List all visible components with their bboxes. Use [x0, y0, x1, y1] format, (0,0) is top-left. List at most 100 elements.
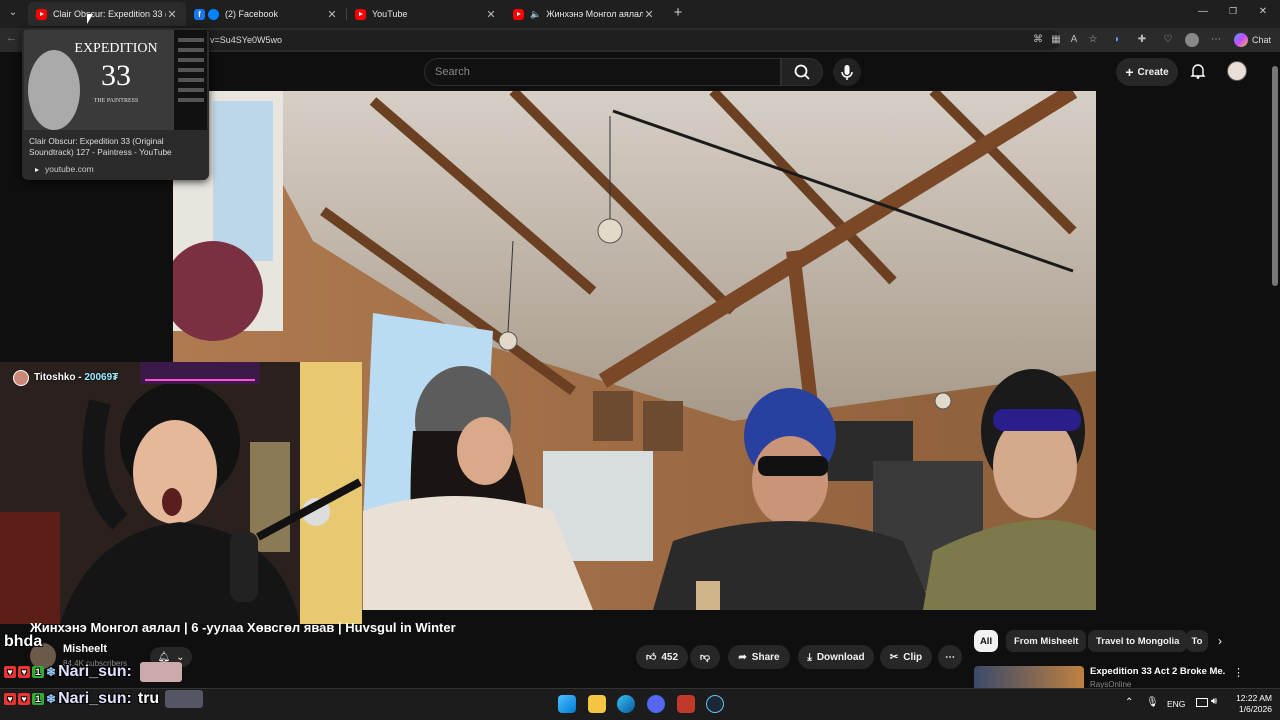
chat-label[interactable]: Chat: [1252, 35, 1271, 45]
tab-title: YouTube: [372, 9, 408, 19]
back-arrow-icon[interactable]: ←: [6, 32, 20, 46]
system-clock[interactable]: 12:22 AM 1/6/2026: [1224, 693, 1272, 715]
recommended-channel: RaysOnline: [1090, 680, 1132, 688]
more-horizontal-icon: ⋯: [945, 651, 955, 663]
address-bar[interactable]: v=Su4SYe0W5wo: [180, 30, 1060, 50]
speaker-icon[interactable]: 🔈: [530, 9, 541, 20]
snowflake-icon: ❄: [46, 665, 57, 679]
chat-text: tru: [137, 690, 160, 707]
edge-browser-icon[interactable]: [617, 695, 635, 713]
tab-mongol-trip[interactable]: 🔈 Жинхэнэ Монгол аялал | 6 -у ✕: [505, 2, 663, 26]
chevron-right-icon[interactable]: ›: [1218, 634, 1222, 648]
mouse-cursor-icon: [87, 14, 93, 24]
search-input[interactable]: Search: [424, 58, 781, 86]
recommended-more-icon[interactable]: ⋮: [1233, 666, 1244, 679]
dislike-button[interactable]: 👎︎: [690, 645, 720, 669]
apps-icon[interactable]: ▦: [1049, 33, 1063, 47]
share-label: Share: [751, 651, 780, 663]
create-label: Create: [1137, 66, 1169, 78]
read-aloud-icon[interactable]: A: [1067, 33, 1081, 47]
notifications-bell-icon[interactable]: [1189, 62, 1207, 85]
heart-badge-icon: ♥: [4, 666, 16, 678]
scrollbar-thumb[interactable]: [1272, 66, 1278, 286]
steam-icon[interactable]: [706, 695, 724, 713]
discord-icon[interactable]: [647, 695, 665, 713]
recommended-title[interactable]: Expedition 33 Act 2 Broke Me.: [1090, 666, 1225, 677]
favorite-star-icon[interactable]: ☆: [1086, 33, 1100, 47]
new-tab-button[interactable]: +: [670, 5, 686, 21]
share-button[interactable]: ➦ Share: [728, 645, 790, 669]
file-explorer-icon[interactable]: [588, 695, 606, 713]
chat-user: Nari_sun:: [58, 690, 132, 707]
microphone-tray-icon[interactable]: 🎙︎: [1146, 697, 1159, 708]
extension-icon[interactable]: ◗: [1110, 33, 1124, 47]
tab-clair-obscur[interactable]: Clair Obscur: Expedition 33 (Origin ✕: [28, 2, 186, 26]
browser-tab-strip: ⌄ Clair Obscur: Expedition 33 (Origin ✕ …: [0, 0, 1280, 28]
game-launcher-icon[interactable]: [677, 695, 695, 713]
share-icon: ➦: [738, 651, 747, 663]
close-window-button[interactable]: ✕: [1256, 6, 1270, 20]
thumbs-down-icon: 👎︎: [699, 652, 711, 663]
display-tray-icon[interactable]: [1196, 698, 1208, 707]
translate-icon[interactable]: ⌘: [1031, 33, 1045, 47]
more-menu-icon[interactable]: ⋯: [1209, 33, 1223, 47]
tab-title: Жинхэнэ Монгол аялал | 6 -у: [546, 9, 643, 19]
close-icon[interactable]: ✕: [643, 8, 655, 21]
youtube-favicon-icon: [36, 8, 47, 20]
tab-youtube[interactable]: YouTube ✕: [347, 2, 505, 26]
streamer-points: 20069₮: [84, 372, 119, 383]
voice-search-button[interactable]: [833, 58, 861, 86]
profile-avatar-icon[interactable]: [1185, 33, 1199, 47]
download-label: Download: [816, 651, 865, 663]
microphone-icon: [841, 65, 853, 80]
volume-tray-icon[interactable]: 🔊︎: [1211, 696, 1217, 707]
windows-start-icon[interactable]: [558, 695, 576, 713]
download-button[interactable]: ⤓ Download: [798, 645, 874, 669]
chat-message: ♥ ♥ 1 ❄ Nari_sun:: [4, 662, 182, 682]
video-title: Жинхэнэ Монгол аялал | 6 -уулаа Хөвсгөл …: [30, 620, 456, 635]
clock-date: 1/6/2026: [1238, 704, 1272, 714]
recommended-thumbnail[interactable]: [974, 666, 1084, 688]
chat-message: ♥ ♥ 1 ❄ Nari_sun: tru: [4, 690, 204, 708]
page-scrollbar[interactable]: [1270, 52, 1280, 688]
minimize-button[interactable]: —: [1196, 6, 1210, 20]
cat-emote: [139, 662, 182, 682]
streamer-webcam: [0, 362, 362, 624]
album-word: EXPEDITION: [74, 41, 157, 56]
clip-label: Clip: [903, 651, 923, 663]
tab-list-chevron-icon[interactable]: ⌄: [6, 7, 20, 21]
create-button[interactable]: + Create: [1116, 58, 1178, 86]
streamer-label: Titoshko - 20069₮: [34, 372, 119, 383]
close-icon[interactable]: ✕: [326, 8, 338, 21]
search-button[interactable]: [781, 58, 823, 86]
heart-badge-icon: ♥: [18, 693, 30, 705]
webcam-scene: [0, 362, 362, 624]
restore-button[interactable]: ❐: [1226, 6, 1240, 20]
channel-name[interactable]: Misheelt: [63, 643, 107, 655]
clip-button[interactable]: ✂ Clip: [880, 645, 932, 669]
cat-emote: [165, 690, 204, 708]
show-hidden-icons-chevron-icon[interactable]: ⌃: [1125, 697, 1133, 708]
one-badge-icon: 1: [32, 693, 44, 705]
close-icon[interactable]: ✕: [166, 8, 178, 21]
chip-from-misheelt[interactable]: From Misheelt: [1006, 630, 1087, 652]
chip-travel-to-mongolia[interactable]: Travel to Mongolia: [1088, 630, 1188, 652]
account-avatar[interactable]: [1227, 61, 1247, 81]
close-icon[interactable]: ✕: [485, 8, 497, 21]
preview-domain: youtube.com: [45, 164, 94, 174]
copilot-icon[interactable]: [1234, 33, 1248, 47]
chip-all[interactable]: All: [974, 630, 998, 652]
search-icon: [794, 64, 810, 80]
more-actions-button[interactable]: ⋯: [938, 645, 962, 669]
chip-more[interactable]: To: [1186, 630, 1208, 652]
puzzle-icon[interactable]: ✚: [1135, 33, 1149, 47]
tab-facebook[interactable]: f (2) Facebook ✕: [186, 2, 346, 26]
preview-title: Clair Obscur: Expedition 33 (Original So…: [29, 136, 172, 157]
album-art: EXPEDITION 33 THE PAINTRESS: [24, 30, 207, 130]
one-badge-icon: 1: [32, 666, 44, 678]
heart-pulse-icon[interactable]: ♡: [1161, 33, 1175, 47]
bell-icon: 🔔︎: [157, 651, 171, 663]
like-button[interactable]: 👍︎ 452: [636, 645, 688, 669]
streamer-name: Titoshko: [34, 372, 76, 383]
language-indicator[interactable]: ENG: [1167, 699, 1185, 709]
